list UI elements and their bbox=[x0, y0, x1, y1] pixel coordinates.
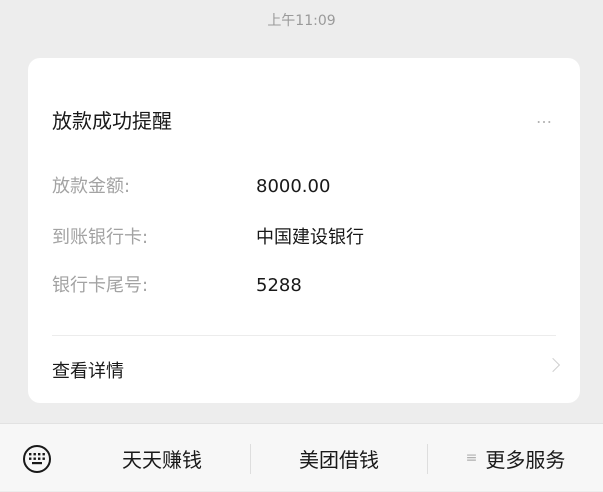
message-timestamp: 上午11:09 bbox=[267, 13, 336, 29]
info-row-bank: 到账银行卡: 中国建设银行 bbox=[52, 226, 364, 250]
more-options-icon[interactable]: … bbox=[536, 108, 554, 127]
info-value: 中国建设银行 bbox=[256, 227, 364, 248]
menu-item-label: 天天赚钱 bbox=[122, 447, 202, 472]
menu-item-meituan-loan[interactable]: 美团借钱 bbox=[251, 424, 427, 492]
card-title: 放款成功提醒 bbox=[52, 109, 172, 133]
view-details-link[interactable]: 查看详情 bbox=[28, 336, 580, 402]
info-value: 5288 bbox=[256, 275, 302, 296]
bottom-menu-bar: 天天赚钱 美团借钱 ≡ 更多服务 bbox=[0, 423, 603, 491]
info-label: 放款金额: bbox=[52, 176, 131, 197]
menu-item-daily-earn[interactable]: 天天赚钱 bbox=[74, 424, 250, 492]
menu-item-label: 美团借钱 bbox=[299, 447, 379, 472]
info-label: 到账银行卡: bbox=[52, 227, 149, 248]
menu-item-label: 更多服务 bbox=[485, 447, 566, 472]
keyboard-icon bbox=[29, 453, 45, 465]
info-label: 银行卡尾号: bbox=[52, 275, 149, 296]
chevron-right-icon bbox=[545, 357, 561, 373]
info-row-amount: 放款金额: 8000.00 bbox=[52, 175, 330, 199]
keyboard-toggle-button[interactable] bbox=[23, 445, 51, 473]
message-card[interactable]: 放款成功提醒 … 放款金额: 8000.00 到账银行卡: 中国建设银行 银行卡… bbox=[28, 58, 580, 403]
hamburger-icon: ≡ bbox=[465, 450, 478, 466]
view-details-label: 查看详情 bbox=[52, 361, 124, 382]
info-value: 8000.00 bbox=[256, 176, 331, 197]
info-row-card-tail: 银行卡尾号: 5288 bbox=[52, 274, 302, 298]
menu-item-more-services[interactable]: ≡ 更多服务 bbox=[428, 424, 603, 492]
